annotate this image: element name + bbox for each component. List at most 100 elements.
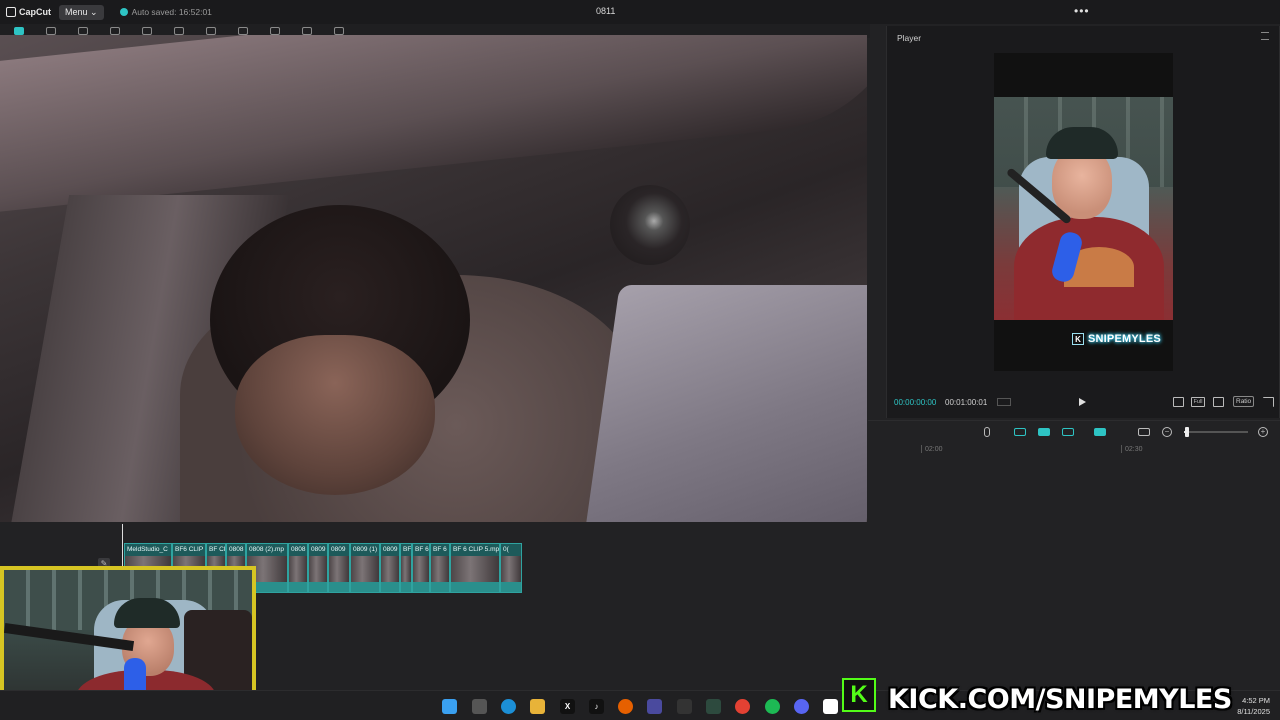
adjustment-tab-icon[interactable]: [270, 27, 280, 35]
project-title: 0811: [596, 6, 616, 16]
clip-thumbnail: [351, 556, 379, 582]
x-app-icon[interactable]: X: [560, 699, 575, 714]
video-person-face: [235, 335, 435, 495]
clip-audio-waveform: [309, 582, 327, 592]
transitions-tab-icon[interactable]: [174, 27, 184, 35]
captions-tab-icon[interactable]: [206, 27, 216, 35]
capcut-logo-icon: [6, 7, 16, 17]
timeline-grid-icon[interactable]: [997, 398, 1011, 406]
task-view-icon[interactable]: [472, 699, 487, 714]
clip-label: MeldStudio_C: [127, 546, 168, 553]
total-time: 00:01:00:01: [945, 397, 988, 407]
hamburger-menu-icon[interactable]: [1261, 32, 1269, 40]
preview-video-frame: [994, 97, 1173, 320]
clip-label: BF 6: [415, 546, 429, 553]
timeline-clip[interactable]: 0809 (1): [350, 543, 380, 593]
zoom-slider-handle[interactable]: [1185, 427, 1190, 437]
full-quality-button[interactable]: Full: [1191, 397, 1205, 407]
clip-label: 0808: [229, 546, 244, 553]
play-icon[interactable]: [1079, 398, 1086, 406]
zoom-out-icon[interactable]: −: [1162, 427, 1172, 437]
stickers-tab-icon[interactable]: [110, 27, 120, 35]
chrome-icon[interactable]: [735, 699, 750, 714]
clip-label: BF6 CLIP: [175, 546, 204, 553]
stream-watermark: K SNIPEMYLES: [1072, 333, 1161, 345]
media-tab-icon[interactable]: [14, 27, 24, 35]
capcut-editor-icon[interactable]: [823, 699, 838, 714]
caption-icon[interactable]: [1138, 428, 1150, 436]
kick-logo-icon: K: [842, 678, 876, 712]
zoom-slider[interactable]: [1184, 427, 1248, 437]
clip-thumbnail: [401, 556, 411, 582]
clip-audio-waveform: [329, 582, 349, 592]
ruler-tick: [1121, 445, 1122, 453]
text-tab-icon[interactable]: [78, 27, 88, 35]
meld-studio-icon[interactable]: [647, 699, 662, 714]
clip-thumbnail: [431, 556, 449, 582]
ruler-label: 02:00: [925, 446, 943, 453]
timeline-clip[interactable]: BF 6: [412, 543, 430, 593]
clip-audio-waveform: [501, 582, 521, 592]
clip-audio-waveform: [289, 582, 307, 592]
clip-thumbnail: [413, 556, 429, 582]
timeline-clip[interactable]: 0809: [308, 543, 328, 593]
preview-person-cap: [1046, 127, 1118, 159]
ratio-button[interactable]: Ratio: [1233, 396, 1255, 407]
timeline-clip[interactable]: 0(: [500, 543, 522, 593]
clip-thumbnail: [501, 556, 521, 582]
clip-audio-waveform: [401, 582, 411, 592]
file-explorer-icon[interactable]: [530, 699, 545, 714]
snapshot-icon[interactable]: [1173, 397, 1184, 407]
ai-tab-icon[interactable]: [334, 27, 344, 35]
clip-thumbnail: [451, 556, 499, 582]
timeline-clip[interactable]: BF 6: [430, 543, 450, 593]
main-track-magnet-icon[interactable]: [1014, 428, 1026, 436]
autosave-cloud-icon: [119, 8, 128, 16]
player-preview[interactable]: K SNIPEMYLES: [994, 53, 1173, 371]
clip-thumbnail: [381, 556, 399, 582]
timeline-clip[interactable]: 0809: [380, 543, 400, 593]
auto-snapping-icon[interactable]: [1038, 428, 1050, 436]
capcut-taskbar-icon[interactable]: [677, 699, 692, 714]
clock-time: 4:52 PM: [1242, 696, 1270, 705]
effects-tab-icon[interactable]: [142, 27, 152, 35]
zoom-in-icon[interactable]: +: [1258, 427, 1268, 437]
player-panel: Player K SNIPEMYLES 00:00:00:00 00:01:00…: [886, 26, 1280, 418]
clip-label: 0809: [311, 546, 326, 553]
more-options-icon[interactable]: •••: [1074, 4, 1090, 18]
clip-label: 0(: [503, 546, 509, 553]
windows-start-icon[interactable]: [442, 699, 457, 714]
spotify-icon[interactable]: [765, 699, 780, 714]
clip-audio-waveform: [413, 582, 429, 592]
menu-button[interactable]: Menu ⌄: [59, 4, 104, 20]
audio-tab-icon[interactable]: [46, 27, 56, 35]
tiktok-icon[interactable]: ♪: [589, 699, 604, 714]
ruler-label: 02:30: [1125, 446, 1143, 453]
timeline-clip[interactable]: 0809: [328, 543, 350, 593]
player-controls: 00:00:00:00 00:01:00:01 Full Ratio: [887, 392, 1280, 412]
timeline-clip[interactable]: BF 6 CLIP 5.mp4: [450, 543, 500, 593]
preview-axis-icon[interactable]: [1094, 428, 1106, 436]
fullscreen-icon[interactable]: [1263, 397, 1274, 407]
xbox-icon[interactable]: [706, 699, 721, 714]
kick-watermark-icon: K: [1072, 333, 1084, 345]
microphone-icon[interactable]: [984, 427, 990, 437]
edge-browser-icon[interactable]: [501, 699, 516, 714]
firefox-icon[interactable]: [618, 699, 633, 714]
system-clock[interactable]: 4:52 PM 8/11/2025: [1237, 695, 1270, 717]
timeline-clip[interactable]: BF: [400, 543, 412, 593]
templates-tab-icon[interactable]: [302, 27, 312, 35]
app-name: CapCut: [19, 7, 51, 17]
app-logo: CapCut: [6, 7, 51, 17]
screen: CapCut Menu ⌄ Auto saved: 16:52:01 0811 …: [0, 0, 1280, 720]
timeline-clip[interactable]: 0808: [288, 543, 308, 593]
discord-icon[interactable]: [794, 699, 809, 714]
clip-label: BF Cl: [209, 546, 226, 553]
clip-label: BF 6: [433, 546, 447, 553]
linkage-icon[interactable]: [1062, 428, 1074, 436]
clip-thumbnail: [309, 556, 327, 582]
clip-thumbnail: [329, 556, 349, 582]
filters-tab-icon[interactable]: [238, 27, 248, 35]
ruler-tick: [921, 445, 922, 453]
focus-icon[interactable]: [1213, 397, 1224, 407]
